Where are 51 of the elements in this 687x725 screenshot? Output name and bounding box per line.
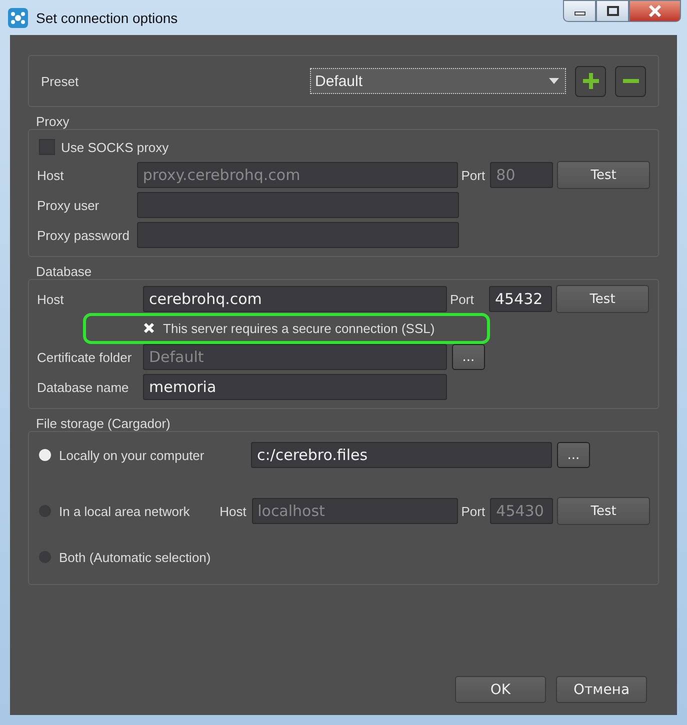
host-field[interactable]: localhost: [252, 498, 458, 524]
radio-label: Locally on your computer: [59, 448, 204, 462]
maximize-button[interactable]: [596, 0, 629, 22]
field-label: Preset: [41, 74, 80, 88]
password-field[interactable]: [137, 222, 459, 248]
test-button[interactable]: Test: [556, 285, 649, 313]
port-field[interactable]: 45432: [489, 286, 552, 312]
path-field[interactable]: c:/cerebro.files: [251, 442, 552, 468]
add-button[interactable]: [575, 66, 606, 96]
group-title: Database: [36, 265, 93, 279]
preset-dropdown[interactable]: Default: [310, 68, 566, 94]
field-label: Host: [220, 504, 248, 518]
checkbox-label: Use SOCKS proxy: [61, 140, 169, 154]
host-field[interactable]: proxy.cerebrohq.com: [136, 162, 458, 188]
radio-label: In a local area network: [59, 504, 190, 518]
field-label: Certificate folder: [37, 350, 133, 364]
field-label: Proxy user: [37, 198, 100, 212]
browse-button[interactable]: ...: [557, 442, 590, 468]
group-title: File storage (Cargador): [36, 417, 172, 431]
dropdown-caret-icon: [549, 78, 559, 84]
field-label: Proxy password: [37, 228, 130, 242]
database-name-field[interactable]: memoria: [143, 374, 447, 400]
window-title: Set connection options: [36, 10, 178, 26]
host-field[interactable]: cerebrohq.com: [143, 286, 447, 312]
browse-button[interactable]: ...: [452, 344, 485, 370]
field-label: Host: [37, 168, 65, 182]
folder-field[interactable]: Default: [143, 344, 447, 370]
field-label: Host: [37, 292, 65, 306]
field-label: Port: [449, 292, 475, 306]
ok-button[interactable]: OK: [455, 676, 546, 703]
field-label: Port: [460, 504, 486, 518]
close-button[interactable]: [629, 0, 681, 22]
app-logo-icon: [8, 8, 28, 28]
radio-button[interactable]: [39, 449, 51, 461]
cancel-button[interactable]: Отмена: [556, 676, 647, 703]
field-label: Port: [460, 168, 486, 182]
test-button[interactable]: Test: [557, 161, 650, 189]
field-label: Database name: [37, 380, 130, 394]
port-field[interactable]: 45430: [490, 498, 554, 524]
plus-icon: [582, 73, 598, 89]
close-icon: [648, 5, 662, 17]
group-title: Proxy: [36, 115, 70, 129]
user-field[interactable]: [137, 192, 459, 218]
port-field[interactable]: 80: [490, 162, 554, 188]
remove-button[interactable]: [615, 66, 646, 96]
test-button[interactable]: Test: [557, 497, 650, 525]
minimize-button[interactable]: [563, 0, 596, 22]
checkbox[interactable]: [39, 139, 55, 155]
checkbox-label: This server requires a secure connection (SSL): [163, 320, 435, 336]
maximize-icon: [606, 6, 620, 16]
radio-label: Both (Automatic selection): [59, 550, 211, 564]
